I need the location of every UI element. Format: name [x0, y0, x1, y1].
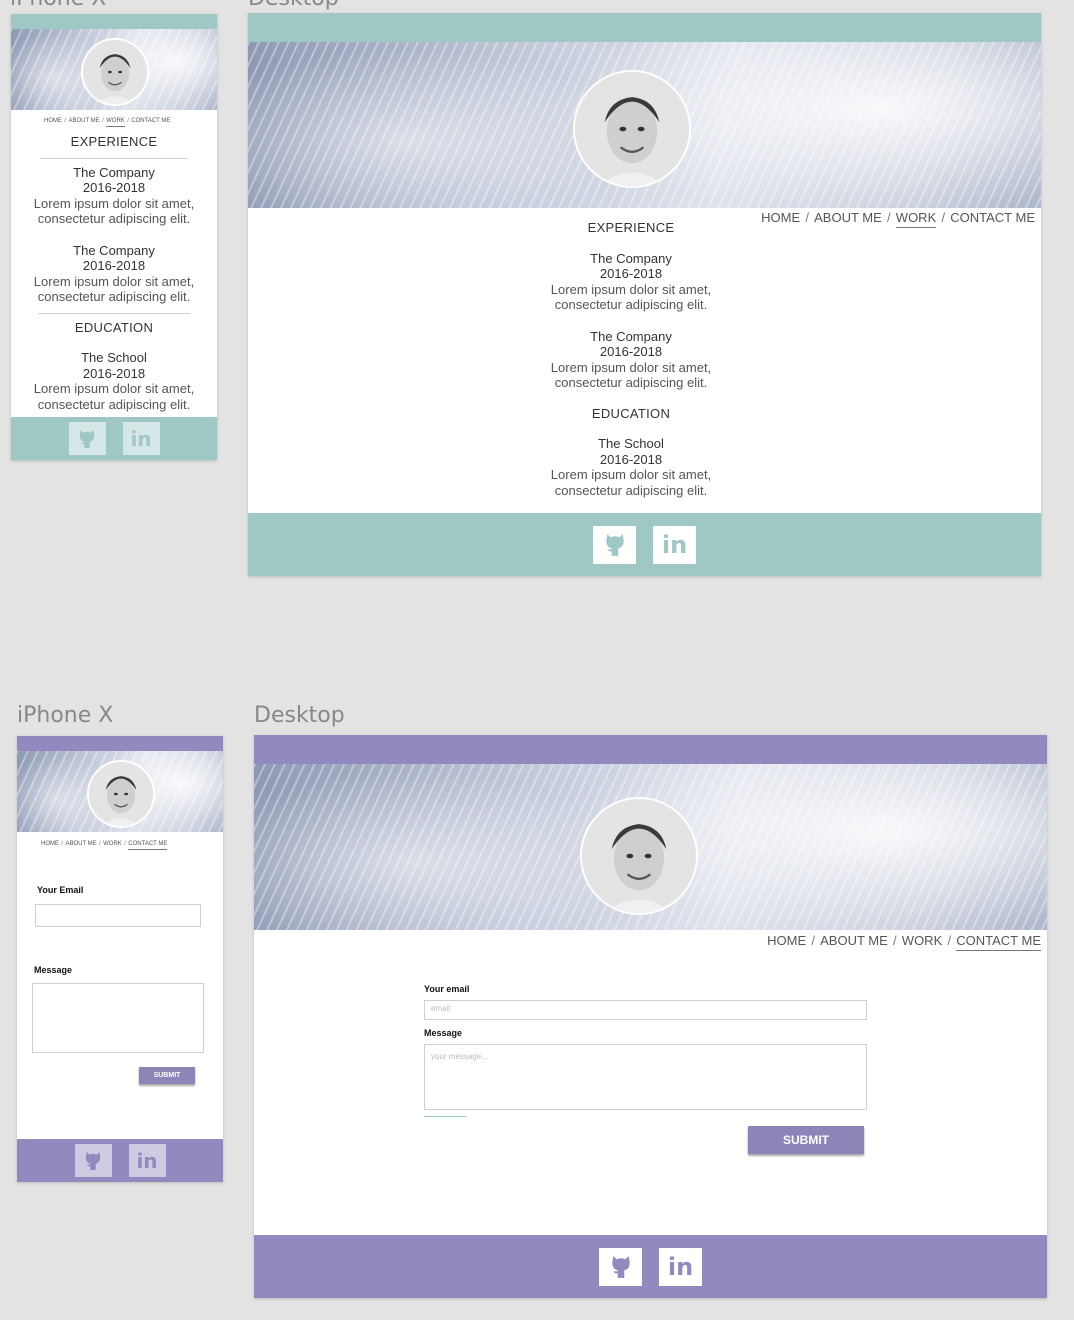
- github-icon: [79, 429, 95, 448]
- nav-about[interactable]: ABOUT ME: [820, 933, 888, 948]
- nav: HOME / ABOUT ME / WORK / CONTACT ME: [41, 841, 168, 850]
- desktop-frame-label-top: Desktop: [248, 0, 339, 11]
- message-field[interactable]: [32, 983, 204, 1053]
- email-label: Your email: [424, 984, 470, 994]
- linkedin-link[interactable]: in: [122, 422, 160, 455]
- top-bar: [11, 14, 217, 29]
- nav-about[interactable]: ABOUT ME: [814, 210, 882, 225]
- desktop-frame-label: Desktop: [254, 703, 345, 728]
- linkedin-icon: in: [667, 1252, 694, 1281]
- nav-home[interactable]: HOME: [44, 118, 62, 124]
- nav: HOME / ABOUT ME / WORK / CONTACT ME: [767, 933, 1041, 951]
- top-bar: [248, 13, 1041, 42]
- job-item: The Company 2016-2018 Lorem ipsum dolor …: [33, 164, 195, 227]
- avatar: [87, 760, 155, 828]
- nav-work[interactable]: WORK: [103, 841, 122, 847]
- school-item: The School 2016-2018 Lorem ipsum dolor s…: [550, 436, 712, 498]
- footer: in: [11, 417, 217, 460]
- top-bar: [17, 736, 223, 751]
- nav-about[interactable]: ABOUT ME: [68, 118, 99, 124]
- message-field[interactable]: your message...: [424, 1044, 867, 1110]
- experience-heading: EXPERIENCE: [70, 134, 158, 149]
- linkedin-icon: in: [130, 426, 152, 451]
- footer: in: [248, 513, 1041, 576]
- nav-work[interactable]: WORK: [106, 118, 125, 127]
- mobile-work-frame: HOME / ABOUT ME / WORK / CONTACT ME EXPERIENCE…: [11, 14, 217, 460]
- education-heading: EDUCATION: [74, 319, 154, 335]
- mobile-frame-label: iPhone X: [17, 703, 114, 728]
- mobile-frame-label-top: iPhone X: [10, 0, 106, 11]
- nav-work[interactable]: WORK: [902, 933, 942, 948]
- linkedin-link[interactable]: in: [659, 1247, 702, 1286]
- nav-contact[interactable]: CONTACT ME: [131, 118, 170, 124]
- nav: HOME / ABOUT ME / WORK / CONTACT ME: [44, 118, 170, 127]
- nav-home[interactable]: HOME: [767, 933, 806, 948]
- submit-button[interactable]: SUBMIT: [139, 1067, 195, 1084]
- job-item: The Company 2016-2018 Lorem ipsum dolor …: [550, 328, 712, 391]
- linkedin-link[interactable]: in: [128, 1144, 166, 1177]
- email-field[interactable]: [35, 904, 201, 927]
- github-link[interactable]: [599, 1247, 642, 1286]
- job-item: The Company 2016-2018 Lorem ipsum dolor …: [33, 242, 195, 305]
- nav-about[interactable]: ABOUT ME: [65, 841, 96, 847]
- linkedin-icon: in: [661, 530, 688, 559]
- submit-button[interactable]: SUBMIT: [748, 1126, 864, 1154]
- desktop-work-frame: HOME / ABOUT ME / WORK / CONTACT ME EXPERIENCE…: [248, 13, 1041, 576]
- nav-home[interactable]: HOME: [761, 210, 800, 225]
- cv-section: EXPERIENCE The Company 2016-2018 Lorem i…: [11, 134, 217, 412]
- footer: in: [17, 1139, 223, 1182]
- experience-heading: EXPERIENCE: [587, 220, 675, 235]
- education-heading: EDUCATION: [591, 405, 671, 421]
- message-label: Message: [34, 965, 73, 975]
- nav-contact[interactable]: CONTACT ME: [956, 933, 1041, 951]
- mobile-contact-frame: HOME / ABOUT ME / WORK / CONTACT ME Your Email…: [17, 736, 223, 1182]
- school-item: The School 2016-2018 Lorem ipsum dolor s…: [33, 350, 195, 412]
- nav-work[interactable]: WORK: [895, 210, 937, 228]
- cv-section: EXPERIENCE The Company 2016-2018 Lorem i…: [526, 220, 736, 498]
- github-icon: [85, 1151, 101, 1170]
- desktop-contact-frame: HOME / ABOUT ME / WORK / CONTACT ME Your email…: [254, 735, 1047, 1298]
- footer: in: [254, 1235, 1047, 1298]
- message-label: Message: [424, 1028, 463, 1038]
- divider: [38, 312, 190, 314]
- avatar: [573, 70, 691, 188]
- divider: [40, 157, 188, 159]
- avatar: [580, 797, 698, 915]
- github-link[interactable]: [68, 422, 106, 455]
- github-icon: [605, 533, 624, 556]
- email-field[interactable]: email: [424, 1000, 867, 1020]
- field-underline: [424, 1116, 466, 1117]
- avatar: [81, 38, 149, 106]
- github-link[interactable]: [74, 1144, 112, 1177]
- top-bar: [254, 735, 1047, 764]
- github-link[interactable]: [593, 525, 636, 564]
- linkedin-link[interactable]: in: [653, 525, 696, 564]
- linkedin-icon: in: [136, 1148, 158, 1173]
- nav: HOME / ABOUT ME / WORK / CONTACT ME: [761, 210, 1035, 228]
- github-icon: [611, 1255, 630, 1278]
- nav-contact[interactable]: CONTACT ME: [950, 210, 1035, 225]
- email-label: Your Email: [37, 885, 84, 895]
- job-item: The Company 2016-2018 Lorem ipsum dolor …: [550, 250, 712, 313]
- nav-home[interactable]: HOME: [41, 841, 59, 847]
- nav-contact[interactable]: CONTACT ME: [128, 841, 168, 850]
